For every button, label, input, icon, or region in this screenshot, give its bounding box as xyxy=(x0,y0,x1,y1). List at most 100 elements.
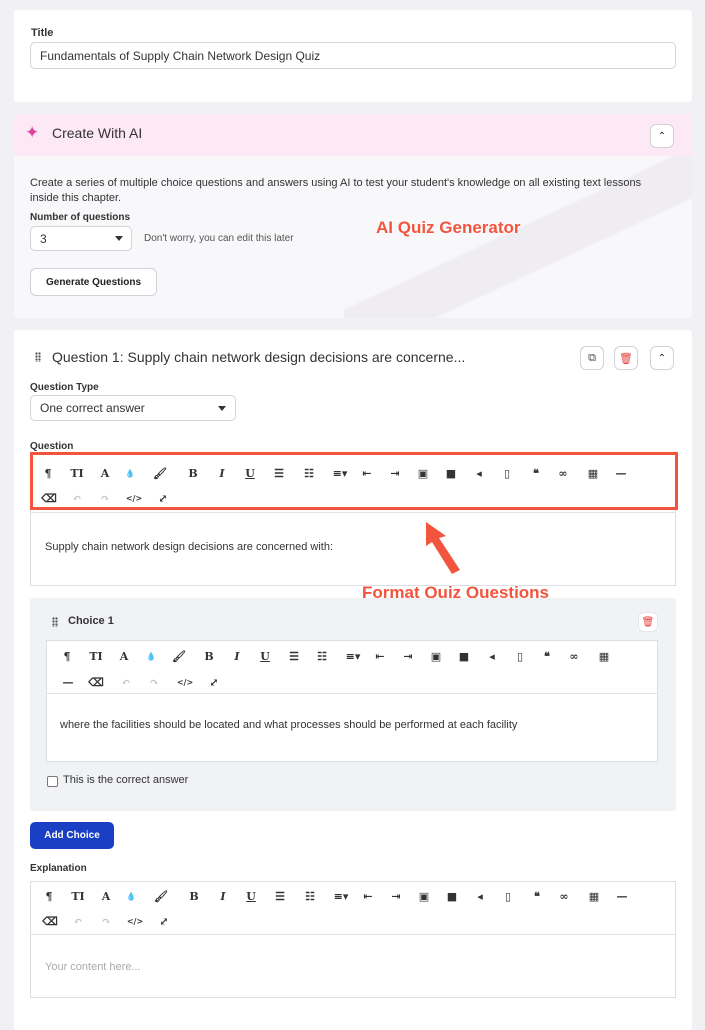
title-input[interactable]: Fundamentals of Supply Chain Network Des… xyxy=(30,42,676,69)
choice-card: Choice 1 🗑 ¶ TI A 💧 🖌 B I U ☰ ☷ ≡▾ ⇤ ⇥ ▣… xyxy=(30,598,676,811)
ai-card: ✦ Create With AI ⌃ Create a series of mu… xyxy=(14,114,692,318)
add-choice-button[interactable]: Add Choice xyxy=(30,822,114,849)
explanation-toolbar-divider xyxy=(31,934,675,935)
generate-questions-button[interactable]: Generate Questions xyxy=(30,268,157,296)
brush-icon[interactable]: 🖌 xyxy=(154,887,168,905)
collapse-ai-button[interactable]: ⌃ xyxy=(650,124,674,148)
align-icon[interactable]: ≡▾ xyxy=(343,647,363,665)
correct-answer-label: This is the correct answer xyxy=(63,774,189,786)
file-icon[interactable]: ▯ xyxy=(513,647,527,665)
question-type-label: Question Type xyxy=(30,382,99,393)
title-card: Title Fundamentals of Supply Chain Netwo… xyxy=(14,10,692,102)
chevron-down-icon xyxy=(115,236,123,241)
font-color-button[interactable]: A xyxy=(97,887,115,905)
question-editor-content[interactable]: Supply chain network design decisions ar… xyxy=(45,541,333,553)
toolbar-divider xyxy=(30,512,676,513)
question-card: Question 1: Supply chain network design … xyxy=(14,330,692,1030)
font-size-button[interactable]: TI xyxy=(85,647,107,665)
horizontal-rule-icon[interactable]: — xyxy=(61,673,75,691)
audio-icon[interactable]: ◂ xyxy=(473,887,487,905)
paragraph-button[interactable]: ¶ xyxy=(59,647,75,665)
correct-answer-checkbox[interactable] xyxy=(47,776,58,787)
link-icon[interactable]: ∞ xyxy=(567,647,581,665)
font-color-button[interactable]: A xyxy=(115,647,133,665)
ai-quiz-generator-annotation: AI Quiz Generator xyxy=(376,218,521,237)
explanation-editor-content[interactable]: Your content here... xyxy=(45,961,141,973)
toolbar-highlight-box xyxy=(30,452,678,510)
redo-icon[interactable]: ↷ xyxy=(99,912,113,930)
indent-icon[interactable]: ⇥ xyxy=(401,647,415,665)
question-type-select[interactable]: One correct answer xyxy=(30,395,236,421)
chevron-up-icon: ⌃ xyxy=(657,130,667,142)
num-questions-hint: Don't worry, you can edit this later xyxy=(144,233,294,244)
code-view-button[interactable]: </> xyxy=(175,673,195,691)
explanation-editor: ¶ TI A 💧 🖌 B I U ☰ ☷ ≡▾ ⇤ ⇥ ▣ ■ ◂ ▯ ❝ ∞ … xyxy=(30,881,676,998)
font-size-button[interactable]: TI xyxy=(67,887,89,905)
choice-editor-content[interactable]: where the facilities should be located a… xyxy=(60,719,517,731)
eraser-icon[interactable]: ⌫ xyxy=(88,673,104,691)
ai-description: Create a series of multiple choice quest… xyxy=(30,177,642,204)
bullet-list-icon[interactable]: ☷ xyxy=(315,647,329,665)
indent-icon[interactable]: ⇥ xyxy=(389,887,403,905)
bullet-list-icon[interactable]: ☷ xyxy=(303,887,317,905)
outdent-icon[interactable]: ⇤ xyxy=(373,647,387,665)
question-heading: Question 1: Supply chain network design … xyxy=(52,349,466,365)
ai-heading: Create With AI xyxy=(52,125,143,141)
file-icon[interactable]: ▯ xyxy=(501,887,515,905)
fullscreen-icon[interactable]: ⤢ xyxy=(207,673,221,691)
quote-button[interactable]: ❝ xyxy=(527,887,547,905)
brush-icon[interactable]: 🖌 xyxy=(172,647,186,665)
num-questions-label: Number of questions xyxy=(30,212,131,223)
title-label: Title xyxy=(31,27,54,39)
trash-icon: 🗑 xyxy=(641,616,655,628)
choice-toolbar: ¶ TI A 💧 🖌 B I U ☰ ☷ ≡▾ ⇤ ⇥ ▣ ■ ◂ ▯ ❝ ∞ … xyxy=(49,645,655,691)
explanation-label: Explanation xyxy=(30,863,87,874)
image-icon[interactable]: ▣ xyxy=(429,647,443,665)
drag-handle-icon[interactable] xyxy=(52,617,58,627)
ordered-list-icon[interactable]: ☰ xyxy=(273,887,287,905)
undo-icon[interactable]: ↶ xyxy=(71,912,85,930)
delete-choice-button[interactable]: 🗑 xyxy=(638,612,658,632)
link-icon[interactable]: ∞ xyxy=(557,887,571,905)
underline-button[interactable]: U xyxy=(259,647,271,665)
image-icon[interactable]: ▣ xyxy=(417,887,431,905)
underline-button[interactable]: U xyxy=(245,887,257,905)
table-icon[interactable]: ▦ xyxy=(587,887,601,905)
sparkle-icon: ✦ xyxy=(25,123,40,142)
chevron-down-icon xyxy=(218,406,226,411)
choice-editor: ¶ TI A 💧 🖌 B I U ☰ ☷ ≡▾ ⇤ ⇥ ▣ ■ ◂ ▯ ❝ ∞ … xyxy=(46,640,658,762)
question-label: Question xyxy=(30,441,74,452)
bold-button[interactable]: B xyxy=(188,887,200,905)
paragraph-button[interactable]: ¶ xyxy=(41,887,57,905)
explanation-toolbar: ¶ TI A 💧 🖌 B I U ☰ ☷ ≡▾ ⇤ ⇥ ▣ ■ ◂ ▯ ❝ ∞ … xyxy=(33,886,673,932)
align-icon[interactable]: ≡▾ xyxy=(331,887,351,905)
outdent-icon[interactable]: ⇤ xyxy=(361,887,375,905)
drag-handle-icon[interactable] xyxy=(35,352,41,362)
choice-heading: Choice 1 xyxy=(68,615,114,627)
quote-button[interactable]: ❝ xyxy=(537,647,557,665)
trash-icon: 🗑 xyxy=(619,352,633,365)
video-icon[interactable]: ■ xyxy=(457,647,471,665)
delete-question-button[interactable]: 🗑 xyxy=(614,346,638,370)
horizontal-rule-icon[interactable]: — xyxy=(615,887,629,905)
bold-button[interactable]: B xyxy=(203,647,215,665)
fullscreen-icon[interactable]: ⤢ xyxy=(157,912,171,930)
copy-icon: ⧉ xyxy=(588,351,596,364)
choice-toolbar-divider xyxy=(47,693,657,694)
video-icon[interactable]: ■ xyxy=(445,887,459,905)
annotation-arrow xyxy=(426,522,460,574)
chevron-up-icon: ⌃ xyxy=(657,352,667,364)
code-view-button[interactable]: </> xyxy=(125,912,145,930)
redo-icon[interactable]: ↷ xyxy=(147,673,161,691)
italic-button[interactable]: I xyxy=(217,887,229,905)
duplicate-question-button[interactable]: ⧉ xyxy=(580,346,604,370)
eraser-icon[interactable]: ⌫ xyxy=(42,912,58,930)
collapse-question-button[interactable]: ⌃ xyxy=(650,346,674,370)
drop-icon[interactable]: 💧 xyxy=(145,647,157,665)
audio-icon[interactable]: ◂ xyxy=(485,647,499,665)
ordered-list-icon[interactable]: ☰ xyxy=(287,647,301,665)
italic-button[interactable]: I xyxy=(231,647,243,665)
table-icon[interactable]: ▦ xyxy=(597,647,611,665)
drop-icon[interactable]: 💧 xyxy=(125,887,137,905)
undo-icon[interactable]: ↶ xyxy=(119,673,133,691)
